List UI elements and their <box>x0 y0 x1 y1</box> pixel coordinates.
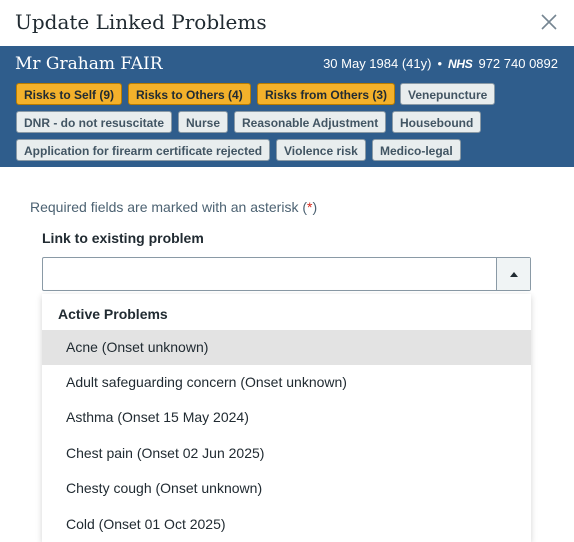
option-chest-pain[interactable]: Chest pain (Onset 02 Jun 2025) <box>42 436 531 471</box>
option-chesty-cough[interactable]: Chesty cough (Onset unknown) <box>42 471 531 506</box>
flag-dnr[interactable]: DNR - do not resuscitate <box>16 111 173 133</box>
flag-reasonable-adjustment[interactable]: Reasonable Adjustment <box>234 111 387 133</box>
option-acne[interactable]: Acne (Onset unknown) <box>42 330 531 365</box>
nhs-number: 972 740 0892 <box>478 56 558 71</box>
flag-violence-risk[interactable]: Violence risk <box>276 139 366 161</box>
link-problem-label: Link to existing problem <box>42 230 204 246</box>
flag-firearm-certificate[interactable]: Application for firearm certificate reje… <box>16 139 271 161</box>
patient-name: Mr Graham FAIR <box>15 54 163 74</box>
close-button[interactable] <box>540 13 558 31</box>
flag-risks-to-self[interactable]: Risks to Self (9) <box>16 83 123 105</box>
flag-risks-from-others[interactable]: Risks from Others (3) <box>257 83 396 105</box>
required-note-suffix: ) <box>312 199 318 215</box>
patient-banner: Mr Graham FAIR 30 May 1984 (41y) • NHS 9… <box>0 46 574 167</box>
nhs-logo: NHS <box>448 56 473 71</box>
flag-risks-to-others[interactable]: Risks to Others (4) <box>128 83 251 105</box>
patient-meta: 30 May 1984 (41y) • NHS 972 740 0892 <box>323 56 558 71</box>
group-header-active-problems: Active Problems <box>58 306 168 322</box>
option-asthma[interactable]: Asthma (Onset 15 May 2024) <box>42 400 531 435</box>
link-problem-select[interactable] <box>42 257 531 291</box>
flag-nurse[interactable]: Nurse <box>178 111 229 133</box>
option-adult-safeguarding[interactable]: Adult safeguarding concern (Onset unknow… <box>42 365 531 400</box>
close-icon[interactable] <box>540 13 558 31</box>
option-cold[interactable]: Cold (Onset 01 Oct 2025) <box>42 507 531 542</box>
patient-dob: 30 May 1984 (41y) <box>323 56 432 71</box>
flag-venepuncture[interactable]: Venepuncture <box>400 83 496 105</box>
dropdown-toggle-button[interactable] <box>496 258 530 290</box>
flag-medico-legal[interactable]: Medico-legal <box>372 139 461 161</box>
flag-housebound[interactable]: Housebound <box>392 111 482 133</box>
required-fields-note: Required fields are marked with an aster… <box>30 199 317 215</box>
link-problem-input[interactable] <box>43 258 497 290</box>
modal-header: Update Linked Problems <box>0 0 574 46</box>
required-note-prefix: Required fields are marked with an aster… <box>30 199 308 215</box>
modal-title: Update Linked Problems <box>15 10 267 34</box>
meta-separator: • <box>437 56 443 71</box>
caret-up-icon <box>509 271 518 277</box>
problem-dropdown-list: Active Problems Acne (Onset unknown) Adu… <box>42 294 531 542</box>
